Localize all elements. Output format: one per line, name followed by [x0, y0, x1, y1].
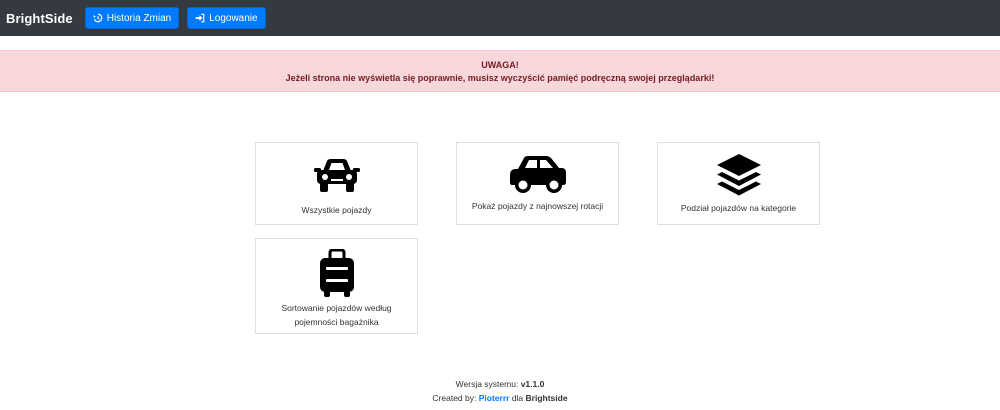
- layers-icon: [716, 154, 761, 196]
- history-button[interactable]: Historia Zmian: [84, 7, 180, 29]
- author-link[interactable]: Pioterrr: [479, 393, 510, 403]
- card-categories-label: Podział pojazdów na kategorie: [680, 203, 797, 213]
- card-trunk-sorting-label: Sortowanie pojazdów według pojemności ba…: [271, 301, 401, 329]
- company-name: Brightside: [525, 393, 568, 403]
- card-all-vehicles[interactable]: Wszystkie pojazdy: [255, 142, 418, 225]
- card-categories[interactable]: Podział pojazdów na kategorie: [657, 142, 820, 225]
- version-line: Wersja systemu: v1.1.0: [0, 377, 1000, 391]
- alert-title: UWAGA!: [481, 60, 519, 70]
- card-newest-rotation-label: Pokaż pojazdy z najnowszej rotacji: [471, 201, 604, 211]
- top-navbar: BrightSide Historia Zmian Logowanie: [0, 0, 1000, 36]
- created-label: Created by:: [432, 393, 479, 403]
- alert-message: Jeżeli strona nie wyświetla się poprawni…: [285, 73, 715, 83]
- login-button[interactable]: Logowanie: [187, 7, 266, 29]
- car-front-icon: [313, 159, 360, 192]
- car-side-icon: [509, 156, 566, 193]
- history-button-label: Historia Zmian: [106, 12, 172, 24]
- suitcase-icon: [319, 249, 354, 297]
- cache-warning-alert: UWAGA! Jeżeli strona nie wyświetla się p…: [0, 50, 1000, 92]
- credits-line: Created by: Pioterrr dla Brightside: [0, 391, 1000, 405]
- login-button-label: Logowanie: [209, 12, 258, 24]
- version-number: v1.1.0: [520, 379, 545, 389]
- brand-logo-text[interactable]: BrightSide: [6, 11, 73, 26]
- for-label: dla: [509, 393, 526, 403]
- history-icon: [93, 13, 103, 23]
- version-label: Wersja systemu:: [455, 379, 521, 389]
- card-trunk-sorting-label-line2: pojemności bagażnika: [294, 317, 379, 327]
- card-all-vehicles-label: Wszystkie pojazdy: [301, 205, 372, 215]
- card-trunk-sorting-label-line1: Sortowanie pojazdów według: [281, 303, 392, 313]
- page-footer: Wersja systemu: v1.1.0 Created by: Piote…: [0, 377, 1000, 405]
- card-trunk-sorting[interactable]: Sortowanie pojazdów według pojemności ba…: [255, 238, 418, 334]
- sign-in-icon: [195, 13, 205, 23]
- card-newest-rotation[interactable]: Pokaż pojazdy z najnowszej rotacji: [456, 142, 619, 225]
